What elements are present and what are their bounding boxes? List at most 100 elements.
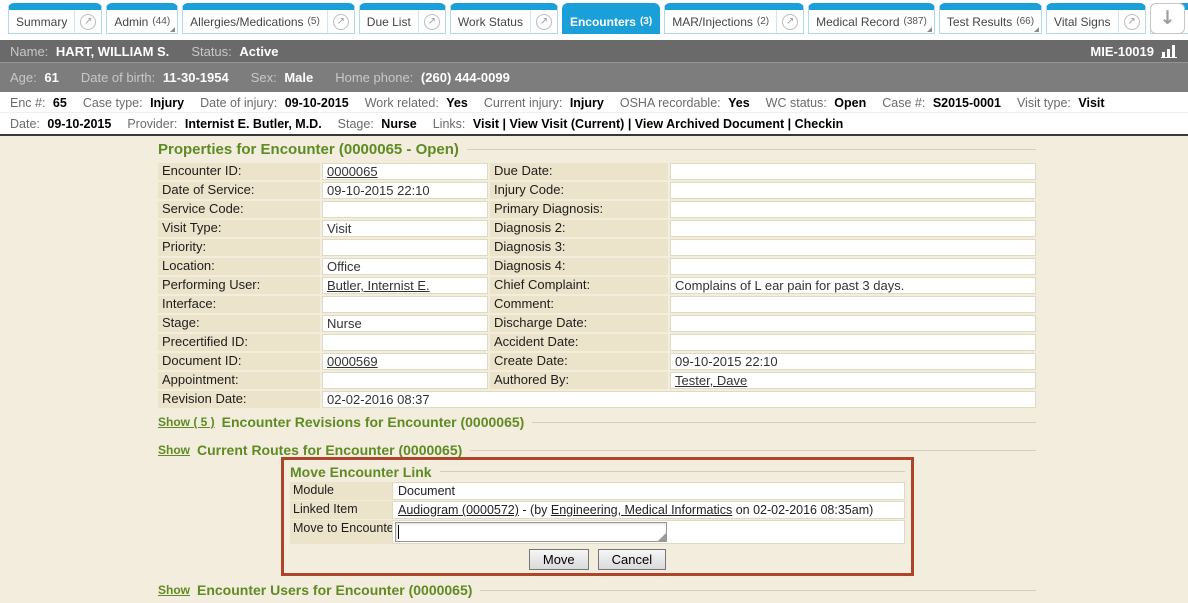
link-separator: |: [499, 117, 509, 131]
value-link[interactable]: Butler, Internist E.: [327, 278, 430, 293]
tab-mar-injections[interactable]: MAR/Injections(2)↗: [664, 3, 804, 34]
field-label: Date of injury:: [200, 96, 277, 110]
field-label: WC status:: [766, 96, 827, 110]
row-label: Diagnosis 4:: [490, 258, 668, 275]
field-pair: Work related: Yes: [365, 96, 468, 110]
external-link-icon[interactable]: ↗: [1118, 10, 1145, 33]
row-label: Date of Service:: [158, 182, 320, 199]
tab-due-list[interactable]: Due List↗: [359, 3, 446, 34]
row-value: Office: [322, 258, 488, 275]
show-revisions-link[interactable]: Show ( 5 ): [158, 415, 215, 429]
module-value: Document: [392, 482, 905, 500]
row-label: Visit Type:: [158, 220, 320, 237]
tab-medical-record[interactable]: Medical Record(387): [808, 3, 935, 34]
header-rule: [440, 471, 905, 472]
field-pair: Current injury: Injury: [484, 96, 604, 110]
row-value: [322, 239, 488, 256]
down-arrow-icon: ↓: [1160, 9, 1176, 28]
table-row: Interface:Comment:: [158, 296, 1036, 313]
tab-label: Test Results: [947, 15, 1012, 29]
row-value: [322, 296, 488, 313]
row-value: [670, 201, 1036, 218]
tab-work-status[interactable]: Work Status↗: [450, 3, 558, 34]
tab-scroll-down-button[interactable]: ↓: [1150, 3, 1185, 34]
show-users-link[interactable]: Show: [158, 583, 190, 597]
linked-item-row: Linked Item Audiogram (0000572) - (by En…: [290, 501, 905, 519]
dialog-title: Move Encounter Link: [290, 464, 432, 480]
linked-item-document-link[interactable]: Audiogram (0000572): [398, 503, 519, 517]
value-link[interactable]: 0000569: [327, 354, 378, 369]
properties-table: Encounter ID:0000065Due Date:Date of Ser…: [158, 163, 1036, 410]
field-pair: OSHA recordable: Yes: [620, 96, 750, 110]
linked-item-author-link[interactable]: Engineering, Medical Informatics: [551, 503, 732, 517]
bar-chart-icon[interactable]: [1161, 44, 1178, 58]
linked-item-label: Linked Item: [290, 501, 392, 519]
external-link-icon[interactable]: ↗: [530, 10, 557, 33]
row-value: [322, 334, 488, 351]
tab-count: (2): [757, 16, 769, 27]
field-value: Male: [284, 70, 313, 85]
properties-header: Properties for Encounter (0000065 - Open…: [158, 141, 1036, 158]
field-value: Injury: [150, 96, 184, 110]
linked-item-value: Audiogram (0000572) - (by Engineering, M…: [392, 501, 905, 519]
visit-link-view-archived-document[interactable]: View Archived Document: [635, 117, 784, 131]
row-value: [322, 372, 488, 389]
row-label: Priority:: [158, 239, 320, 256]
show-routes-link[interactable]: Show: [158, 443, 190, 457]
patient-bar-right: MIE-10019: [1090, 44, 1178, 59]
tab-test-results[interactable]: Test Results(66): [939, 3, 1042, 34]
row-label: Service Code:: [158, 201, 320, 218]
row-label: Discharge Date:: [490, 315, 668, 332]
tab-allergies-medications[interactable]: Allergies/Medications(5)↗: [182, 3, 355, 34]
visit-info: Date: 09-10-2015Provider: Internist E. B…: [10, 117, 433, 131]
table-row: Performing User:Butler, Internist E.Chie…: [158, 277, 1036, 294]
field-value: Internist E. Butler, M.D.: [185, 117, 322, 131]
row-value: 09-10-2015 22:10: [322, 182, 488, 199]
row-value: [670, 220, 1036, 237]
field-value: HART, WILLIAM S.: [56, 44, 169, 59]
tab-encounters[interactable]: Encounters(3): [562, 3, 660, 34]
external-link-icon[interactable]: ↗: [776, 10, 803, 33]
linked-item-text: - (by: [519, 503, 551, 517]
row-value: [670, 315, 1036, 332]
visit-link-checkin[interactable]: Checkin: [795, 117, 844, 131]
value-link[interactable]: 0000065: [327, 164, 378, 179]
cancel-button[interactable]: Cancel: [598, 549, 666, 570]
field-label: Case #:: [882, 96, 925, 110]
tab-summary[interactable]: Summary↗: [8, 3, 102, 34]
external-link-icon[interactable]: ↗: [74, 10, 101, 33]
move-to-encounter-input[interactable]: [395, 522, 667, 542]
field-value: S2015-0001: [933, 96, 1001, 110]
tab-label: Admin: [114, 15, 148, 29]
visit-link-visit[interactable]: Visit: [473, 117, 499, 131]
field-pair: Enc #: 65: [10, 96, 67, 110]
tab-admin[interactable]: Admin(44): [106, 3, 178, 34]
tab-vital-signs[interactable]: Vital Signs↗: [1046, 3, 1145, 34]
field-pair: Sex: Male: [251, 70, 314, 85]
field-pair: Date of birth: 11-30-1954: [81, 70, 229, 85]
move-button[interactable]: Move: [529, 549, 589, 570]
external-link-icon[interactable]: ↗: [327, 10, 354, 33]
field-label: Home phone:: [335, 70, 413, 85]
module-label: Module: [290, 482, 392, 500]
table-row: Revision Date:02-02-2016 08:37: [158, 391, 1036, 408]
webchart-app: Summary↗Admin(44)Allergies/Medications(5…: [0, 0, 1188, 603]
field-label: Visit type:: [1017, 96, 1071, 110]
external-link-icon[interactable]: ↗: [418, 10, 445, 33]
visit-link-view-visit-current[interactable]: View Visit (Current): [510, 117, 625, 131]
value-link[interactable]: Tester, Dave: [675, 373, 747, 388]
table-row: Priority:Diagnosis 3:: [158, 239, 1036, 256]
header-rule: [532, 422, 1036, 423]
row-label: Encounter ID:: [158, 163, 320, 180]
row-label: Performing User:: [158, 277, 320, 294]
field-label: Current injury:: [484, 96, 563, 110]
tab-count: (387): [904, 16, 927, 27]
field-value: Yes: [446, 96, 468, 110]
tab-label: Allergies/Medications: [190, 15, 303, 29]
row-label: Revision Date:: [158, 391, 320, 408]
move-to-label: Move to Encounter: [290, 520, 392, 544]
table-row: Stage:NurseDischarge Date:: [158, 315, 1036, 332]
module-row: Module Document: [290, 482, 905, 500]
visit-links: Visit | View Visit (Current) | View Arch…: [473, 117, 843, 131]
row-value: Butler, Internist E.: [322, 277, 488, 294]
